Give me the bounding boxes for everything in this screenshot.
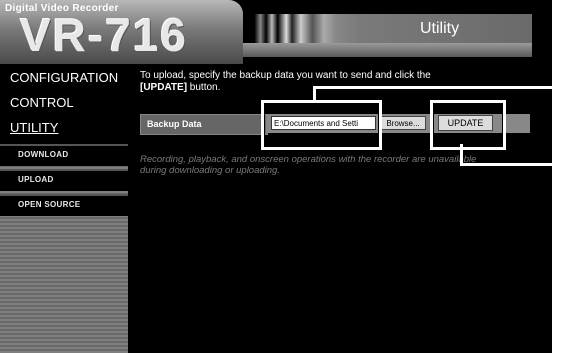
backup-data-label-cell: Backup Data: [140, 114, 268, 135]
backup-data-label: Backup Data: [147, 119, 202, 129]
warning-text: Recording, playback, and onscreen operat…: [140, 154, 477, 176]
header-bar: [243, 43, 532, 57]
instruction-line: To upload, specify the backup data you w…: [140, 70, 431, 81]
nav-control[interactable]: CONTROL: [10, 95, 74, 110]
page-title: Utility: [420, 20, 460, 37]
nav-upload[interactable]: UPLOAD: [0, 169, 128, 191]
browse-button[interactable]: Browse...: [380, 116, 426, 130]
leader-line-input-drop: [313, 86, 316, 102]
sidebar: CONFIGURATION CONTROL UTILITY DOWNLOAD U…: [0, 64, 128, 353]
instruction-update-keyword: [UPDATE]: [140, 82, 188, 93]
app-window: Digital Video Recorder VR-716 Utility CO…: [0, 0, 552, 353]
nav-open-source-label: OPEN SOURCE: [18, 200, 81, 209]
nav-download[interactable]: DOWNLOAD: [0, 144, 128, 166]
leader-line-update: [460, 163, 564, 166]
nav-open-source[interactable]: OPEN SOURCE: [0, 194, 128, 216]
nav-configuration[interactable]: CONFIGURATION: [10, 70, 118, 85]
callout-update-button: [430, 100, 506, 150]
instruction-text: To upload, specify the backup data you w…: [140, 70, 470, 94]
leader-line-update-drop: [460, 144, 463, 166]
sidebar-main-menu: CONFIGURATION CONTROL UTILITY: [0, 64, 128, 144]
nav-upload-label: UPLOAD: [18, 175, 54, 184]
nav-utility[interactable]: UTILITY: [10, 120, 58, 135]
callout-file-input: [261, 100, 382, 150]
leader-line-input: [313, 86, 564, 89]
nav-download-label: DOWNLOAD: [18, 150, 69, 159]
instruction-tail: button.: [187, 82, 221, 93]
model-name: VR-716: [20, 9, 188, 61]
